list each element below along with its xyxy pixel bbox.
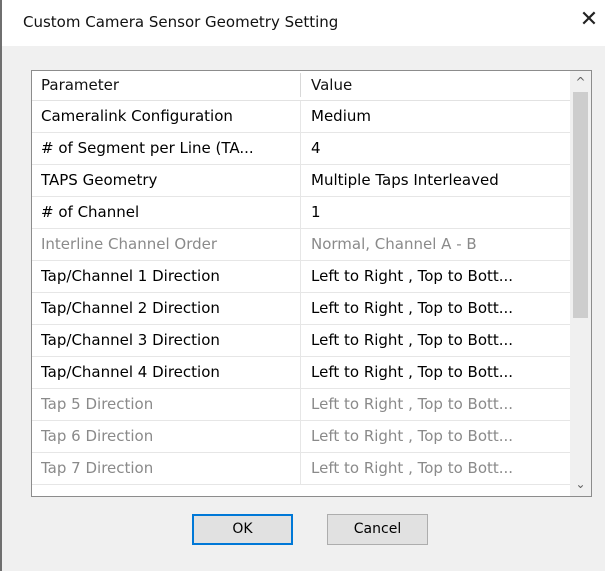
table-row[interactable]: Tap/Channel 1 Direction Left to Right , T… [32,261,570,293]
title-bar[interactable]: Custom Camera Sensor Geometry Setting ✕ [2,0,605,46]
table-row[interactable]: Interline Channel Order Normal, Channel A… [32,229,570,261]
close-icon[interactable]: ✕ [575,6,603,34]
scrollbar-thumb[interactable] [573,92,588,318]
table-row[interactable]: Tap/Channel 3 Direction Left to Right , T… [32,325,570,357]
row-value-cell[interactable]: Left to Right , Top to Bott... [311,261,566,292]
row-value-cell[interactable]: Left to Right , Top to Bott... [311,293,566,324]
row-value-cell[interactable]: Left to Right , Top to Bott... [311,325,566,356]
row-parameter-cell: Tap/Channel 2 Direction [41,299,220,317]
cell-divider [300,165,301,197]
scroll-up-icon[interactable]: ^ [570,72,591,93]
table-row[interactable]: # of Channel 1 [32,197,570,229]
cell-divider [300,101,301,133]
dialog-body: Parameter Value Cameralink Configuration… [2,46,605,571]
row-value-cell[interactable]: Left to Right , Top to Bott... [311,357,566,388]
table-row[interactable]: Tap/Channel 4 Direction Left to Right , T… [32,357,570,389]
cell-divider [300,133,301,165]
row-value-cell: Left to Right , Top to Bott... [311,427,514,445]
row-value-cell[interactable]: Medium [311,101,566,132]
row-parameter-cell: Cameralink Configuration [41,107,233,125]
table-row[interactable]: # of Segment per Line (TA... 4 [32,133,570,165]
cancel-button[interactable]: Cancel [327,514,428,545]
cell-divider [300,293,301,325]
table-row[interactable]: Tap 6 Direction Left to Right , Top to Bo… [32,421,570,453]
dialog-title: Custom Camera Sensor Geometry Setting [23,13,339,31]
row-parameter-cell: TAPS Geometry [41,171,158,189]
row-parameter-cell: Tap 5 Direction [41,395,154,413]
cell-divider [300,261,301,293]
row-parameter-cell: Tap/Channel 3 Direction [41,331,220,349]
row-parameter-cell: Interline Channel Order [41,235,218,253]
row-value-cell[interactable]: 1 [311,197,566,228]
cell-divider [300,453,301,485]
row-value-cell: Left to Right , Top to Bott... [311,459,514,477]
row-parameter-cell: Tap/Channel 4 Direction [41,363,220,381]
cell-divider [300,325,301,357]
table-row[interactable]: Tap/Channel 2 Direction Left to Right , T… [32,293,570,325]
geometry-setting-dialog: Custom Camera Sensor Geometry Setting ✕ … [2,0,605,571]
row-value-cell: Left to Right , Top to Bott... [311,395,514,413]
row-value-cell[interactable]: Multiple Taps Interleaved [311,165,566,196]
column-header-parameter[interactable]: Parameter [41,71,291,99]
vertical-scrollbar[interactable]: ^ ⌄ [570,71,591,496]
row-parameter-cell: Tap 7 Direction [41,459,154,477]
table-row[interactable]: Cameralink Configuration Medium [32,101,570,133]
cell-divider [300,197,301,229]
column-divider[interactable] [300,73,301,97]
table-row[interactable]: TAPS Geometry Multiple Taps Interleaved [32,165,570,197]
column-header-value[interactable]: Value [311,71,352,99]
row-parameter-cell: # of Segment per Line (TA... [41,139,254,157]
row-value-cell: Normal, Channel A - B [311,235,477,253]
ok-button[interactable]: OK [192,514,293,545]
row-parameter-cell: # of Channel [41,203,140,221]
table-row[interactable]: Tap 7 Direction Left to Right , Top to Bo… [32,453,570,485]
row-parameter-cell: Tap/Channel 1 Direction [41,267,220,285]
cell-divider [300,421,301,453]
cell-divider [300,357,301,389]
row-value-cell[interactable]: 4 [311,133,566,164]
row-parameter-cell: Tap 6 Direction [41,427,154,445]
table-row[interactable]: Tap 5 Direction Left to Right , Top to Bo… [32,389,570,421]
parameter-grid[interactable]: Parameter Value Cameralink Configuration… [31,70,592,497]
cell-divider [300,389,301,421]
scroll-down-icon[interactable]: ⌄ [570,474,591,495]
grid-rows: Cameralink Configuration Medium # of Segme… [32,101,570,485]
cell-divider [300,229,301,261]
grid-header: Parameter Value [32,71,570,101]
